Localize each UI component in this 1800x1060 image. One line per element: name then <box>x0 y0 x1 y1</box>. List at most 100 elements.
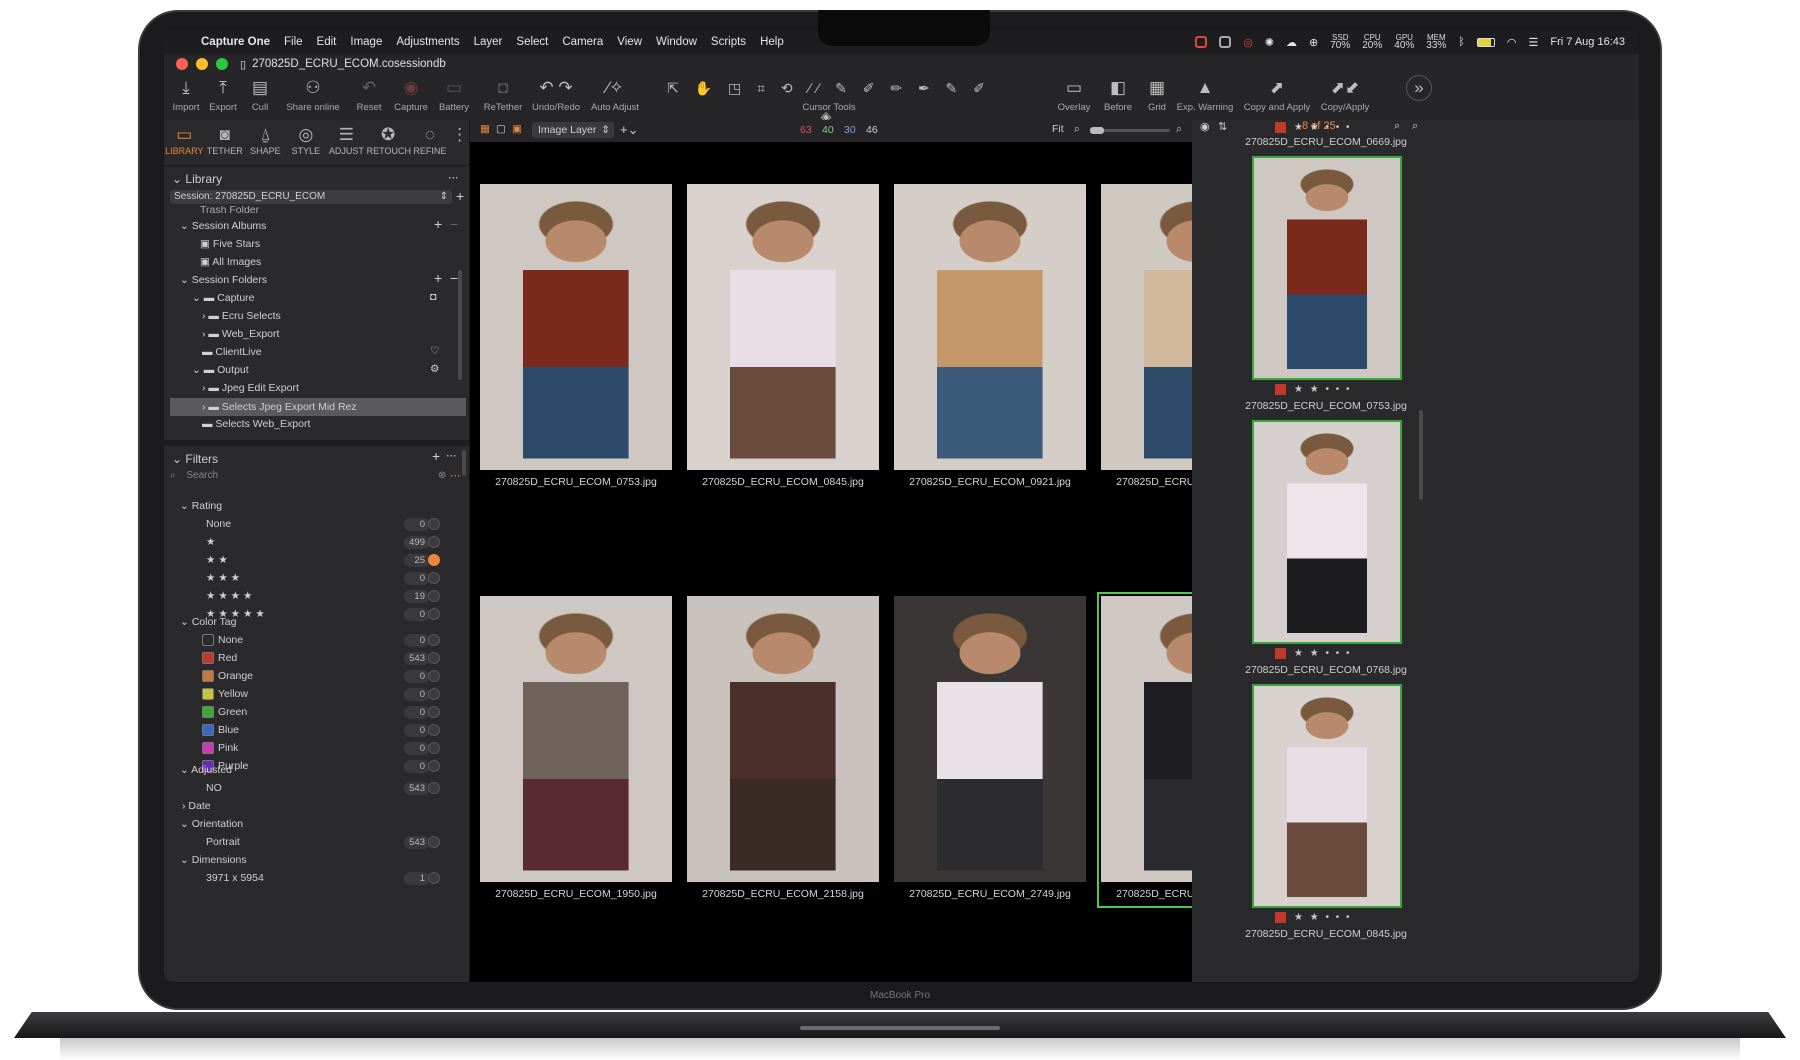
adjusted-header[interactable]: ⌄ Adjusted <box>180 764 232 776</box>
eye-icon[interactable]: ◉ <box>1200 120 1210 133</box>
tabs-more-button[interactable]: ⋮ <box>450 120 469 165</box>
zoom-in-icon[interactable]: ⌕ <box>1176 123 1182 136</box>
orientation-portrait[interactable]: Portrait <box>206 836 240 848</box>
photo[interactable] <box>687 596 879 882</box>
color-tag-row[interactable]: Blue <box>202 724 239 737</box>
color-tag-row[interactable]: Yellow <box>202 688 248 701</box>
photo[interactable] <box>894 596 1086 882</box>
library-scrollbar[interactable] <box>458 270 462 380</box>
tab-tether[interactable]: ◙ TETHER <box>205 120 246 165</box>
rating-toggle[interactable] <box>428 572 440 584</box>
menu-view[interactable]: View <box>610 36 649 48</box>
remove-album-button[interactable]: − <box>450 216 458 232</box>
battery-icon[interactable] <box>1476 37 1495 47</box>
color-tag-row[interactable]: None <box>202 634 243 647</box>
rating-row[interactable]: ★ ★ ★ <box>206 572 240 584</box>
color-toggle[interactable] <box>428 634 440 646</box>
close-window-button[interactable] <box>176 58 188 70</box>
stop-icon[interactable] <box>1219 36 1232 48</box>
zoom-slider[interactable] <box>1090 127 1170 134</box>
folder-selects-web-export[interactable]: ▬ Selects Web_Export <box>202 418 310 430</box>
target-icon[interactable]: ◎ <box>1243 36 1253 49</box>
tab-retouch[interactable]: ✪ RETOUCH <box>367 120 411 165</box>
color-toggle[interactable] <box>428 688 440 700</box>
add-folder-button[interactable]: + <box>434 270 442 286</box>
reset-button[interactable]: ↶ Reset <box>352 74 386 113</box>
menu-select[interactable]: Select <box>509 36 555 48</box>
rating-toggle[interactable] <box>428 608 440 620</box>
browser-thumbnail[interactable] <box>1252 684 1402 908</box>
folder-web-export[interactable]: › ▬ Web_Export <box>202 328 279 340</box>
undo-redo-button[interactable]: ↶ ↷ Undo/Redo <box>528 74 584 113</box>
filter-search-input[interactable]: ⌕ Search ⊗ <box>170 470 452 484</box>
filters-scrollbar[interactable] <box>462 450 466 476</box>
rating-stars[interactable]: ★ ★ • • • <box>1275 648 1352 659</box>
exposure-warning-button[interactable]: ▲ Exp. Warning <box>1174 74 1236 113</box>
folder-clientlive[interactable]: ▬ ClientLive <box>202 346 262 358</box>
single-view-icon[interactable]: ▢ <box>496 123 506 135</box>
cull-button[interactable]: ▤ Cull <box>244 74 276 113</box>
filmstrip-view-icon[interactable]: ▣ <box>512 123 522 135</box>
control-center-icon[interactable]: ☰ <box>1529 36 1539 49</box>
grid-button[interactable]: ▦ Grid <box>1142 74 1172 113</box>
browser-scrollbar[interactable] <box>1419 410 1423 500</box>
rating-stars[interactable]: ★ ★ • • • <box>1275 122 1352 133</box>
copy-and-apply-button[interactable]: ⬈ Copy and Apply <box>1242 74 1312 113</box>
photo[interactable] <box>687 184 879 470</box>
tab-adjust[interactable]: ☰ ADJUST <box>326 120 367 165</box>
record-icon[interactable] <box>1195 36 1208 48</box>
photo[interactable] <box>480 596 672 882</box>
auto-adjust-button[interactable]: ⁄✧ Auto Adjust <box>586 74 644 113</box>
menu-window[interactable]: Window <box>649 36 704 48</box>
grid-view-icon[interactable]: ▦ <box>480 123 490 135</box>
trash-folder[interactable]: Trash Folder <box>200 206 259 214</box>
tab-refine[interactable]: ◌ REFINE <box>410 120 451 165</box>
copy-apply-button[interactable]: ⬈⬋ Copy/Apply <box>1316 74 1374 113</box>
rating-row[interactable]: ★ ★ <box>206 554 228 566</box>
minimize-window-button[interactable] <box>196 58 208 70</box>
browser-thumbnail[interactable] <box>1252 156 1402 380</box>
search-icon[interactable]: ⌕ <box>1394 120 1400 133</box>
color-toggle[interactable] <box>428 652 440 664</box>
color-tag-header[interactable]: ⌄ Color Tag <box>180 616 236 628</box>
rating-toggle[interactable] <box>428 590 440 602</box>
wifi-icon[interactable]: ◠ <box>1507 36 1517 49</box>
library-more-icon[interactable]: ⋯ <box>448 172 459 184</box>
add-album-button[interactable]: + <box>434 216 442 232</box>
color-toggle[interactable] <box>428 760 440 772</box>
menu-help[interactable]: Help <box>753 36 791 48</box>
add-filter-button[interactable]: + <box>432 448 440 464</box>
rating-toggle[interactable] <box>428 554 440 566</box>
sort-icon[interactable]: ⇅ <box>1218 120 1227 133</box>
rating-toggle[interactable] <box>428 536 440 548</box>
folder-output[interactable]: ⌄ ▬ Output <box>192 364 249 376</box>
folder-selects-jpeg-mid-rez[interactable]: › ▬ Selects Jpeg Export Mid Rez <box>170 398 466 416</box>
menu-file[interactable]: File <box>277 36 310 48</box>
tab-shape[interactable]: ⍙ SHAPE <box>245 120 286 165</box>
rating-stars[interactable]: ★ ★ • • • <box>1275 912 1352 923</box>
zoom-icon[interactable]: ⌕ <box>1412 120 1418 133</box>
menu-image[interactable]: Image <box>343 36 389 48</box>
adjusted-toggle[interactable] <box>428 782 440 794</box>
bluetooth-icon[interactable]: ᛒ <box>1458 36 1465 48</box>
import-button[interactable]: ⤓ Import <box>168 74 204 113</box>
tab-style[interactable]: ◎ STYLE <box>286 120 327 165</box>
session-albums-header[interactable]: ⌄ Session Albums <box>180 220 266 232</box>
image-layer-select[interactable]: Image Layer ⇕ <box>532 122 614 138</box>
dimensions-toggle[interactable] <box>428 872 440 884</box>
folder-capture[interactable]: ⌄ ▬ Capture <box>192 292 255 304</box>
filters-header[interactable]: ⌄ Filters <box>172 452 218 466</box>
folder-jpeg-edit-export[interactable]: › ▬ Jpeg Edit Export <box>202 382 299 394</box>
dimensions-header[interactable]: ⌄ Dimensions <box>180 854 247 866</box>
library-header[interactable]: ⌄ Library <box>172 172 222 186</box>
menu-edit[interactable]: Edit <box>310 36 344 48</box>
browser-thumbnail[interactable] <box>1252 420 1402 644</box>
session-select[interactable]: Session: 270825D_ECRU_ECOM ⇕ <box>170 190 452 204</box>
menu-app[interactable]: Capture One <box>194 36 277 48</box>
date-header[interactable]: › Date <box>182 800 211 812</box>
zoom-out-icon[interactable]: ⌕ <box>1074 123 1080 136</box>
session-folders-header[interactable]: ⌄ Session Folders <box>180 274 267 286</box>
rating-row[interactable]: None <box>206 518 231 530</box>
menu-adjustments[interactable]: Adjustments <box>389 36 466 48</box>
capture-button[interactable]: ◉ Capture <box>390 74 432 113</box>
